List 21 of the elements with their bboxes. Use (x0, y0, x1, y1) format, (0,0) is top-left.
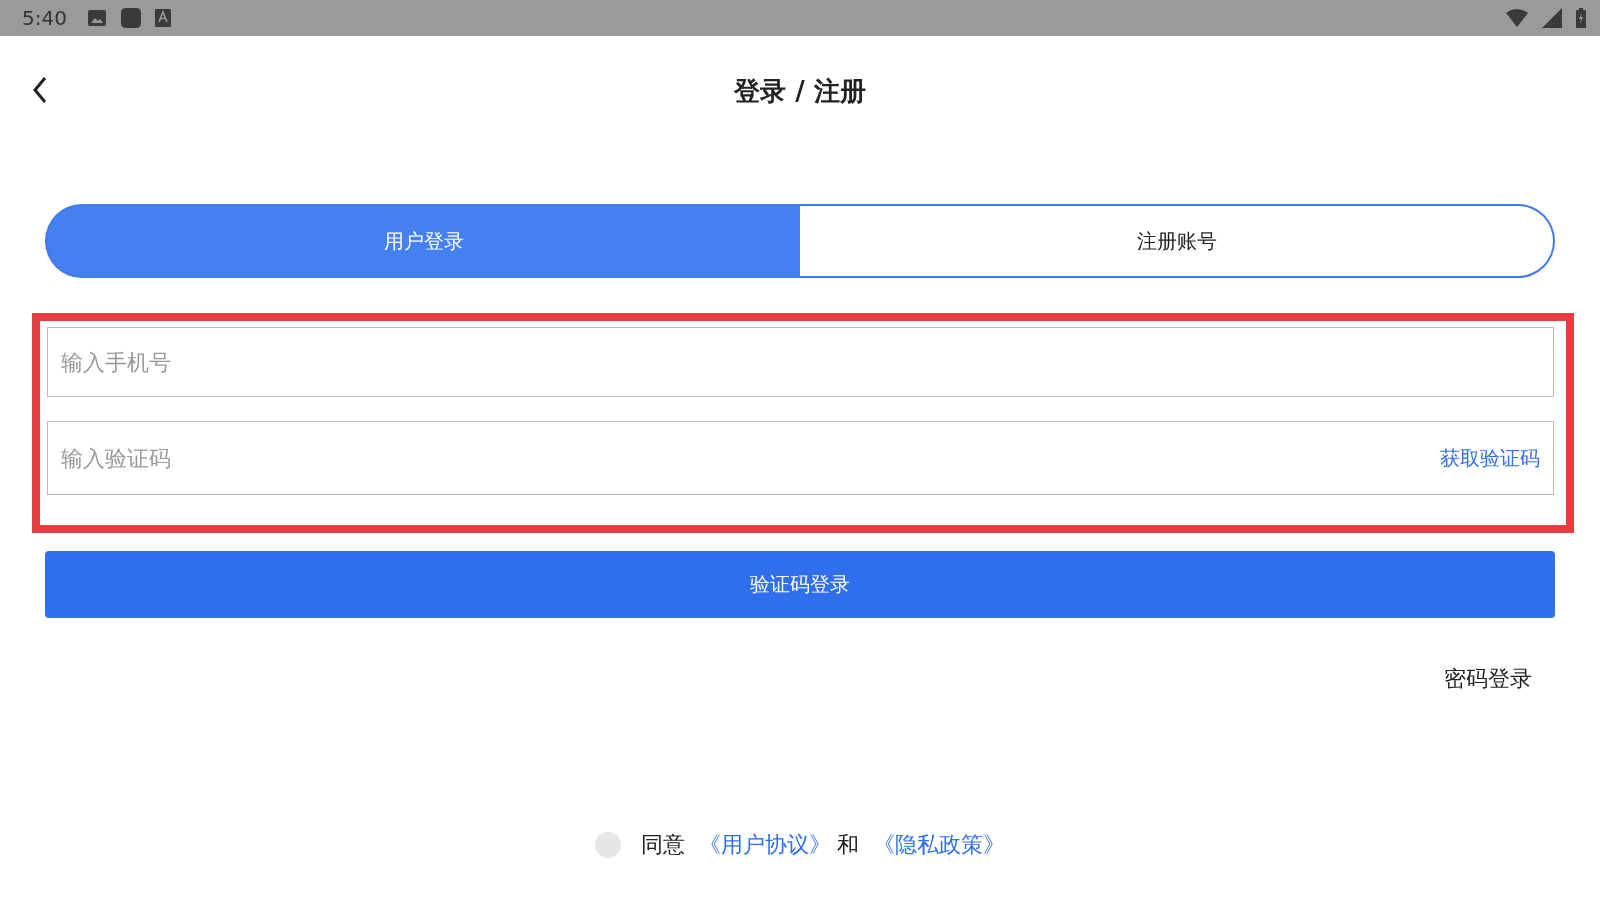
privacy-policy-link[interactable]: 《隐私政策》 (873, 830, 1005, 860)
keyboard-icon (154, 9, 171, 27)
tab[interactable]: 注册账号 (800, 204, 1555, 278)
battery-icon (1576, 8, 1586, 28)
code-login-button[interactable]: 验证码登录 (45, 551, 1555, 618)
code-input-field[interactable]: 输入验证码 获取验证码 (47, 421, 1554, 495)
user-agreement-link[interactable]: 《用户协议》 (699, 830, 831, 860)
page-title: 登录 / 注册 (734, 74, 866, 108)
phone-input-field[interactable]: 输入手机号 (47, 327, 1554, 397)
get-code-link[interactable]: 获取验证码 (1440, 444, 1540, 472)
password-login-link[interactable]: 密码登录 (1444, 664, 1532, 694)
tab[interactable]: 用户登录 (45, 204, 800, 278)
image-icon (86, 8, 107, 28)
and-label: 和 (837, 831, 859, 859)
square-icon (120, 8, 141, 28)
back-icon[interactable] (32, 76, 48, 104)
signal-icon (1542, 8, 1562, 28)
agree-checkbox[interactable] (595, 832, 621, 858)
status-time: 5:40 (22, 6, 67, 30)
agree-label: 同意 (641, 831, 685, 859)
wifi-icon (1506, 9, 1528, 27)
